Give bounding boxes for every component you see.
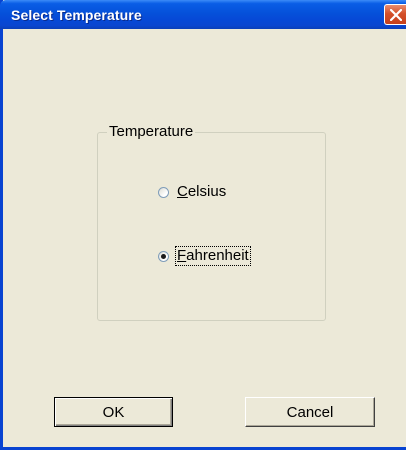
temperature-groupbox xyxy=(97,132,326,321)
cancel-button[interactable]: Cancel xyxy=(245,397,375,427)
radio-celsius-label: Celsius xyxy=(176,183,227,201)
title-bar[interactable]: Select Temperature xyxy=(0,0,406,29)
radio-fahrenheit[interactable]: Fahrenheit xyxy=(158,246,251,266)
radio-celsius-label-rest: elsius xyxy=(187,183,227,200)
radio-celsius[interactable]: Celsius xyxy=(158,182,227,202)
radio-fahrenheit-mnemonic: F xyxy=(177,247,187,264)
close-icon xyxy=(390,9,402,21)
radio-fahrenheit-label: Fahrenheit xyxy=(175,246,251,266)
window-title: Select Temperature xyxy=(11,7,142,23)
radio-fahrenheit-indicator[interactable] xyxy=(158,250,169,262)
radio-fahrenheit-label-rest: ahrenheit xyxy=(186,247,249,264)
close-button[interactable] xyxy=(384,4,406,25)
dialog-window: Select Temperature Temperature Celsius F… xyxy=(0,0,406,450)
radio-celsius-mnemonic: C xyxy=(177,183,188,200)
groupbox-label: Temperature xyxy=(107,123,196,140)
radio-selected-dot xyxy=(161,253,166,259)
radio-celsius-indicator[interactable] xyxy=(158,186,169,198)
ok-button[interactable]: OK xyxy=(54,397,173,427)
